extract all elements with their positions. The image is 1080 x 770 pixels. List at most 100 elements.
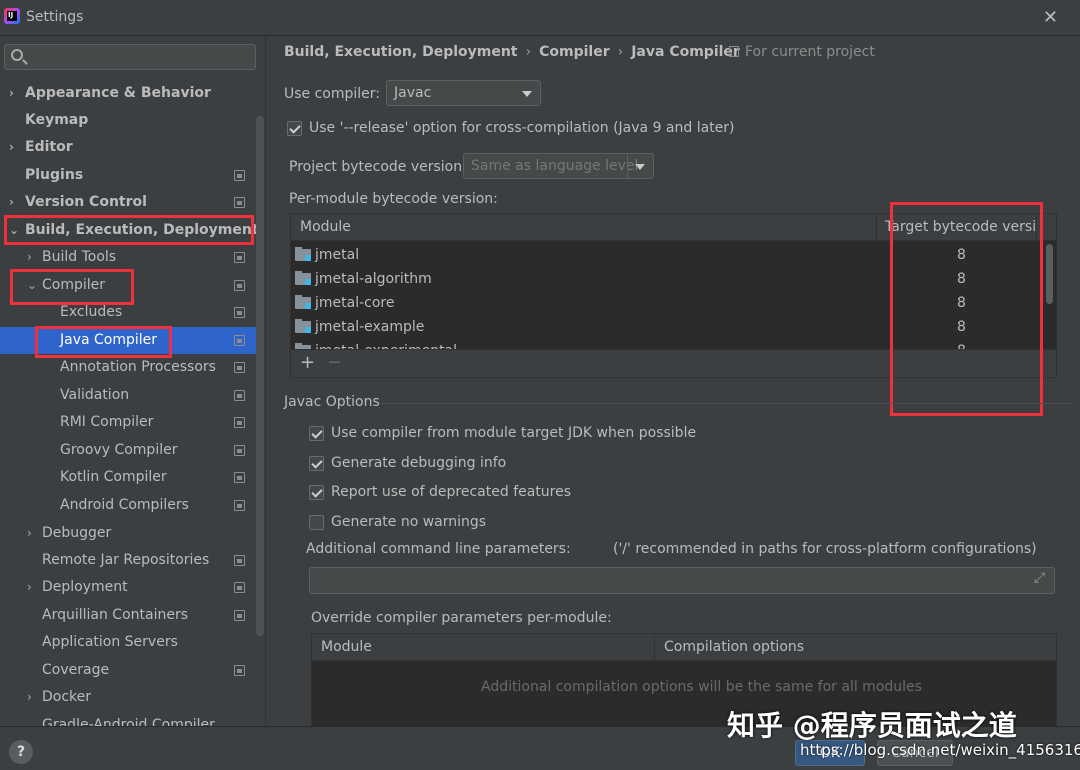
table-row[interactable]: jmetal 8	[291, 243, 1041, 267]
sidebar-item-java-compiler[interactable]: Java Compiler	[0, 327, 256, 354]
additional-params-hint: ('/' recommended in paths for cross-plat…	[613, 541, 1037, 557]
module-folder-icon	[295, 319, 311, 333]
chevron-right-icon[interactable]: ›	[27, 684, 32, 711]
remove-icon[interactable]: −	[327, 352, 342, 373]
sidebar-item-compiler[interactable]: ⌄ Compiler	[0, 272, 256, 299]
column-header-module[interactable]: Module	[291, 214, 877, 241]
no-warnings-checkbox[interactable]	[309, 515, 324, 530]
sidebar-item-editor[interactable]: › Editor	[0, 134, 256, 161]
additional-params-label: Additional command line parameters:	[306, 541, 571, 557]
project-scope-icon	[234, 500, 245, 511]
sidebar-item-kotlin-compiler[interactable]: Kotlin Compiler	[0, 464, 256, 491]
project-scope-icon	[234, 665, 245, 676]
sidebar-item-docker[interactable]: › Docker	[0, 684, 256, 711]
sidebar-item-excludes[interactable]: Excludes	[0, 299, 256, 326]
empty-table-message: Additional compilation options will be t…	[481, 679, 922, 695]
project-scope-icon	[234, 610, 245, 621]
sidebar-item-version-control[interactable]: › Version Control	[0, 189, 256, 216]
chevron-right-icon[interactable]: ›	[27, 574, 32, 601]
sidebar-item-build-execution-deployment[interactable]: ⌄ Build, Execution, Deployment	[0, 217, 259, 244]
search-icon	[11, 49, 23, 61]
breadcrumb: Build, Execution, Deployment › Compiler › Ja…	[284, 44, 740, 60]
table-row[interactable]: jmetal-algorithm 8	[291, 267, 1041, 291]
table-row[interactable]: jmetal-experimental 8	[291, 339, 1041, 349]
sidebar-item-validation[interactable]: Validation	[0, 382, 256, 409]
sidebar-item-deployment[interactable]: › Deployment	[0, 574, 256, 601]
override-params-label: Override compiler parameters per-module:	[311, 610, 612, 626]
content-scrollbar[interactable]	[1072, 36, 1080, 726]
deprecated-features-checkbox[interactable]	[309, 485, 324, 500]
javac-options-title: Javac Options	[284, 394, 380, 410]
per-module-label: Per-module bytecode version:	[289, 191, 498, 207]
settings-content-panel: Build, Execution, Deployment › Compiler › Ja…	[267, 36, 1080, 726]
chevron-right-icon[interactable]: ›	[9, 134, 14, 161]
deprecated-features-label: Report use of deprecated features	[331, 484, 572, 500]
sidebar-item-rmi-compiler[interactable]: RMI Compiler	[0, 409, 256, 436]
sidebar-item-gradle-android-compiler[interactable]: Gradle-Android Compiler	[0, 712, 256, 726]
chevron-right-icon[interactable]: ›	[9, 189, 14, 216]
column-header-module[interactable]: Module	[312, 634, 655, 661]
module-folder-icon	[295, 295, 311, 309]
module-folder-icon	[295, 247, 311, 261]
module-bytecode-table: Module Target bytecode version jmetal 8 …	[290, 213, 1057, 378]
chevron-right-icon[interactable]: ›	[9, 80, 14, 107]
project-scope-icon	[729, 46, 739, 57]
project-scope-icon	[234, 335, 245, 346]
sidebar-item-remote-jar-repositories[interactable]: Remote Jar Repositories	[0, 547, 256, 574]
project-scope-icon	[234, 390, 245, 401]
table-scrollbar[interactable]	[1046, 244, 1053, 304]
watermark-url: https://blog.csdn.net/weixin_41563161	[800, 741, 1080, 759]
section-divider	[381, 403, 1071, 404]
sidebar-item-plugins[interactable]: Plugins	[0, 162, 256, 189]
table-toolbar: + −	[291, 349, 1056, 377]
project-scope-icon	[234, 445, 245, 456]
column-header-target-bytecode[interactable]: Target bytecode version	[877, 214, 1037, 241]
watermark: 知乎 @程序员面试之道	[727, 709, 1017, 742]
search-box[interactable]	[4, 44, 256, 70]
use-module-jdk-label: Use compiler from module target JDK when…	[331, 425, 697, 441]
sidebar-item-android-compilers[interactable]: Android Compilers	[0, 492, 256, 519]
chevron-down-icon[interactable]: ⌄	[9, 217, 19, 244]
module-folder-icon	[295, 271, 311, 285]
sidebar-item-keymap[interactable]: Keymap	[0, 107, 256, 134]
sidebar-item-application-servers[interactable]: Application Servers	[0, 629, 256, 656]
help-icon[interactable]: ?	[9, 740, 33, 764]
sidebar-item-coverage[interactable]: Coverage	[0, 657, 256, 684]
expand-icon[interactable]	[1034, 570, 1046, 586]
sidebar-item-arquillian-containers[interactable]: Arquillian Containers	[0, 602, 256, 629]
table-row[interactable]: jmetal-core 8	[291, 291, 1041, 315]
debugging-info-checkbox[interactable]	[309, 456, 324, 471]
close-icon[interactable]: ✕	[1043, 7, 1058, 28]
window-title: Settings	[26, 9, 84, 25]
sidebar-item-build-tools[interactable]: › Build Tools	[0, 244, 256, 271]
project-scope-icon	[234, 582, 245, 593]
settings-sidebar: › Appearance & Behavior Keymap › Editor …	[0, 36, 266, 726]
chevron-right-icon[interactable]: ›	[27, 244, 32, 271]
dropdown-caret-icon	[635, 164, 645, 170]
search-input[interactable]	[29, 48, 249, 66]
project-bytecode-select[interactable]: Same as language level	[463, 153, 654, 179]
debugging-info-label: Generate debugging info	[331, 455, 507, 471]
use-module-jdk-checkbox[interactable]	[309, 426, 324, 441]
table-header: Module Target bytecode version	[291, 214, 1056, 241]
table-header: Module Compilation options	[312, 634, 1056, 661]
release-option-label: Use '--release' option for cross-compila…	[309, 120, 735, 136]
project-scope-icon	[234, 170, 245, 181]
table-row[interactable]: jmetal-example 8	[291, 315, 1041, 339]
release-option-checkbox[interactable]	[287, 121, 302, 136]
chevron-right-icon[interactable]: ›	[27, 520, 32, 547]
no-warnings-label: Generate no warnings	[331, 514, 487, 530]
additional-params-input[interactable]	[309, 567, 1055, 594]
sidebar-item-appearance-behavior[interactable]: › Appearance & Behavior	[0, 80, 256, 107]
sidebar-scrollbar[interactable]	[256, 116, 264, 636]
sidebar-item-annotation-processors[interactable]: Annotation Processors	[0, 354, 256, 381]
add-icon[interactable]: +	[300, 352, 315, 373]
use-compiler-select[interactable]: Javac	[386, 80, 541, 106]
sidebar-item-groovy-compiler[interactable]: Groovy Compiler	[0, 437, 256, 464]
chevron-down-icon[interactable]: ⌄	[27, 272, 37, 299]
sidebar-item-debugger[interactable]: › Debugger	[0, 520, 256, 547]
project-scope-icon	[234, 362, 245, 373]
title-bar: IJ Settings ✕	[0, 0, 1080, 36]
dropdown-caret-icon	[522, 91, 532, 97]
column-header-compilation-options[interactable]: Compilation options	[655, 634, 1056, 661]
